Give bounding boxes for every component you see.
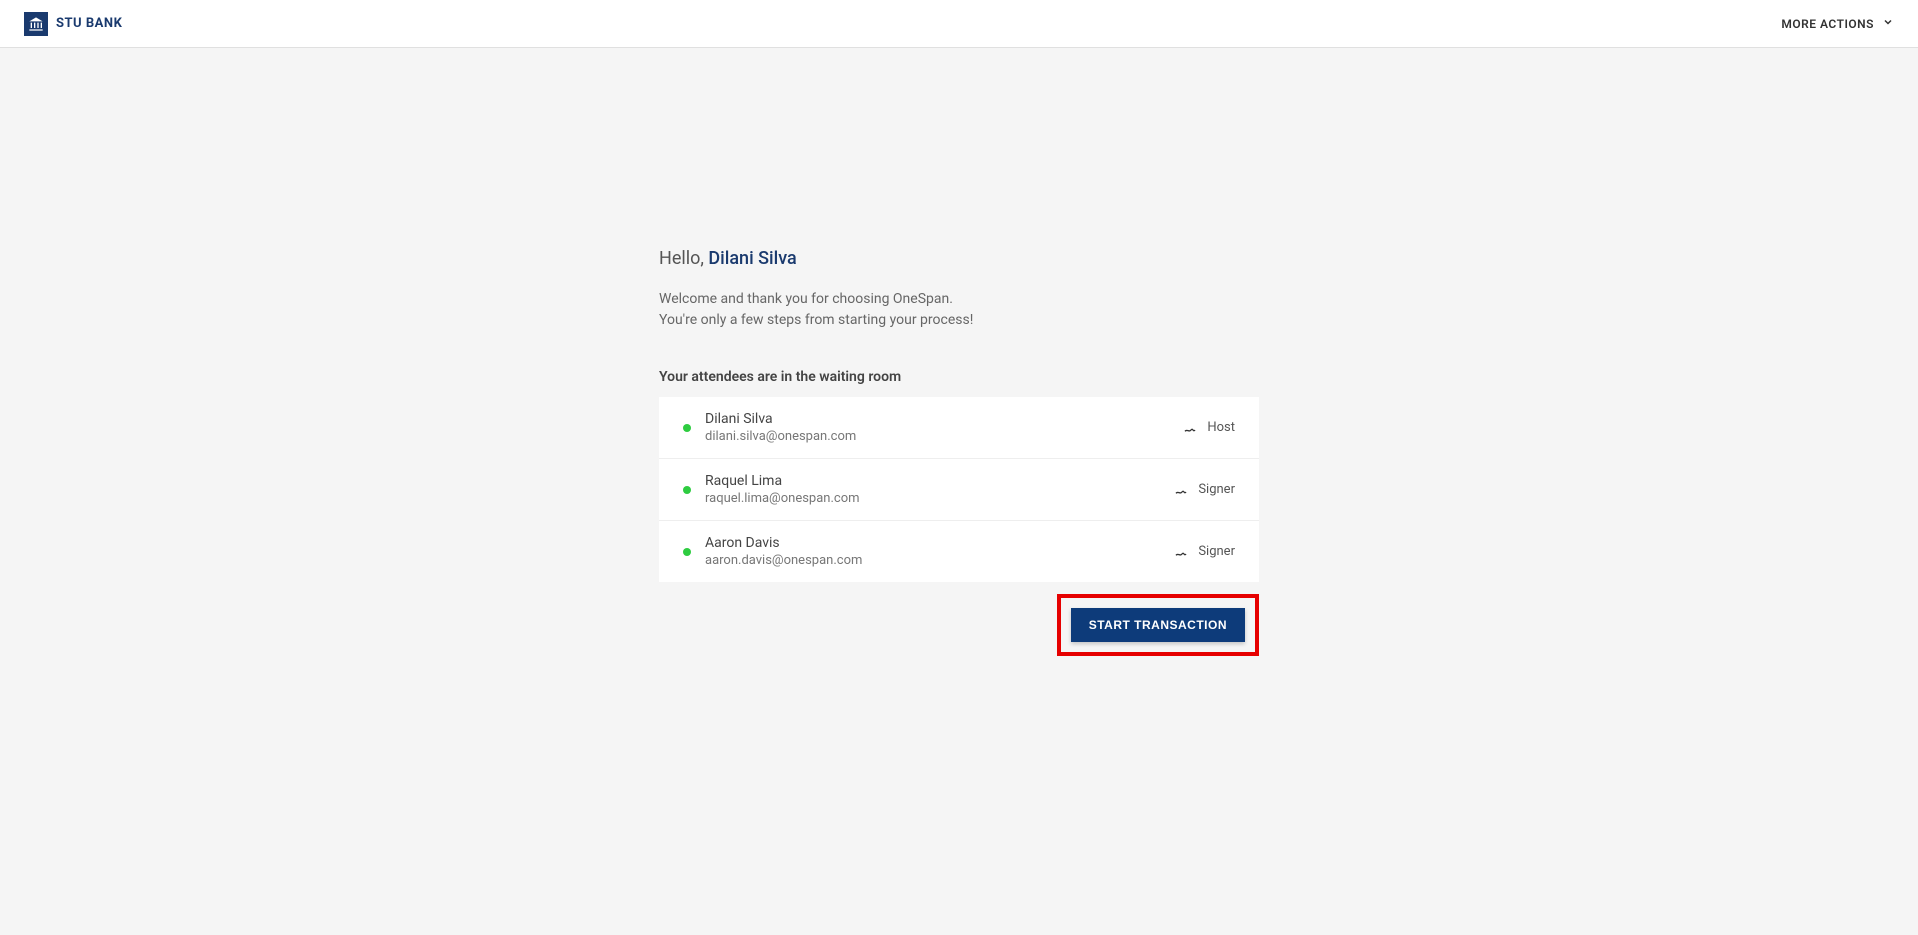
- more-actions-label: MORE ACTIONS: [1781, 17, 1874, 31]
- attendee-info: Dilani Silva dilani.silva@onespan.com: [705, 411, 1183, 444]
- attendee-role-wrap: Signer: [1174, 482, 1235, 498]
- action-buttons: START TRANSACTION: [659, 594, 1259, 656]
- signature-icon: [1174, 544, 1190, 560]
- attendee-name: Raquel Lima: [705, 473, 1174, 489]
- attendees-heading: Your attendees are in the waiting room: [659, 369, 1259, 385]
- attendee-row: Raquel Lima raquel.lima@onespan.com Sign…: [659, 459, 1259, 521]
- status-dot-online-icon: [683, 424, 691, 432]
- attendee-email: dilani.silva@onespan.com: [705, 429, 1183, 444]
- status-dot-online-icon: [683, 548, 691, 556]
- attendee-role: Host: [1207, 420, 1235, 435]
- attendees-list: Dilani Silva dilani.silva@onespan.com Ho…: [659, 397, 1259, 582]
- attendee-email: raquel.lima@onespan.com: [705, 491, 1174, 506]
- attendee-role: Signer: [1198, 544, 1235, 559]
- start-transaction-button[interactable]: START TRANSACTION: [1071, 608, 1245, 642]
- attendee-role-wrap: Signer: [1174, 544, 1235, 560]
- signature-icon: [1174, 482, 1190, 498]
- highlight-annotation: START TRANSACTION: [1057, 594, 1259, 656]
- status-dot-online-icon: [683, 486, 691, 494]
- attendee-row: Dilani Silva dilani.silva@onespan.com Ho…: [659, 397, 1259, 459]
- header-bar: STU BANK MORE ACTIONS: [0, 0, 1918, 48]
- more-actions-menu[interactable]: MORE ACTIONS: [1781, 16, 1894, 31]
- brand-name: STU BANK: [56, 16, 122, 31]
- attendee-row: Aaron Davis aaron.davis@onespan.com Sign…: [659, 521, 1259, 582]
- greeting-hello: Hello,: [659, 248, 708, 269]
- content-panel: Hello, Dilani Silva Welcome and thank yo…: [659, 248, 1259, 656]
- attendee-name: Dilani Silva: [705, 411, 1183, 427]
- welcome-line2: You're only a few steps from starting yo…: [659, 310, 1259, 331]
- greeting-name: Dilani Silva: [708, 248, 796, 269]
- attendee-info: Raquel Lima raquel.lima@onespan.com: [705, 473, 1174, 506]
- attendee-role-wrap: Host: [1183, 420, 1235, 436]
- attendee-role: Signer: [1198, 482, 1235, 497]
- welcome-message: Welcome and thank you for choosing OneSp…: [659, 289, 1259, 331]
- welcome-line1: Welcome and thank you for choosing OneSp…: [659, 289, 1259, 310]
- greeting-line: Hello, Dilani Silva: [659, 248, 1259, 269]
- attendee-email: aaron.davis@onespan.com: [705, 553, 1174, 568]
- bank-icon: [24, 12, 48, 36]
- chevron-down-icon: [1882, 16, 1894, 31]
- main-content: Hello, Dilani Silva Welcome and thank yo…: [0, 48, 1918, 656]
- signature-icon: [1183, 420, 1199, 436]
- attendee-info: Aaron Davis aaron.davis@onespan.com: [705, 535, 1174, 568]
- brand-logo[interactable]: STU BANK: [24, 12, 122, 36]
- attendee-name: Aaron Davis: [705, 535, 1174, 551]
